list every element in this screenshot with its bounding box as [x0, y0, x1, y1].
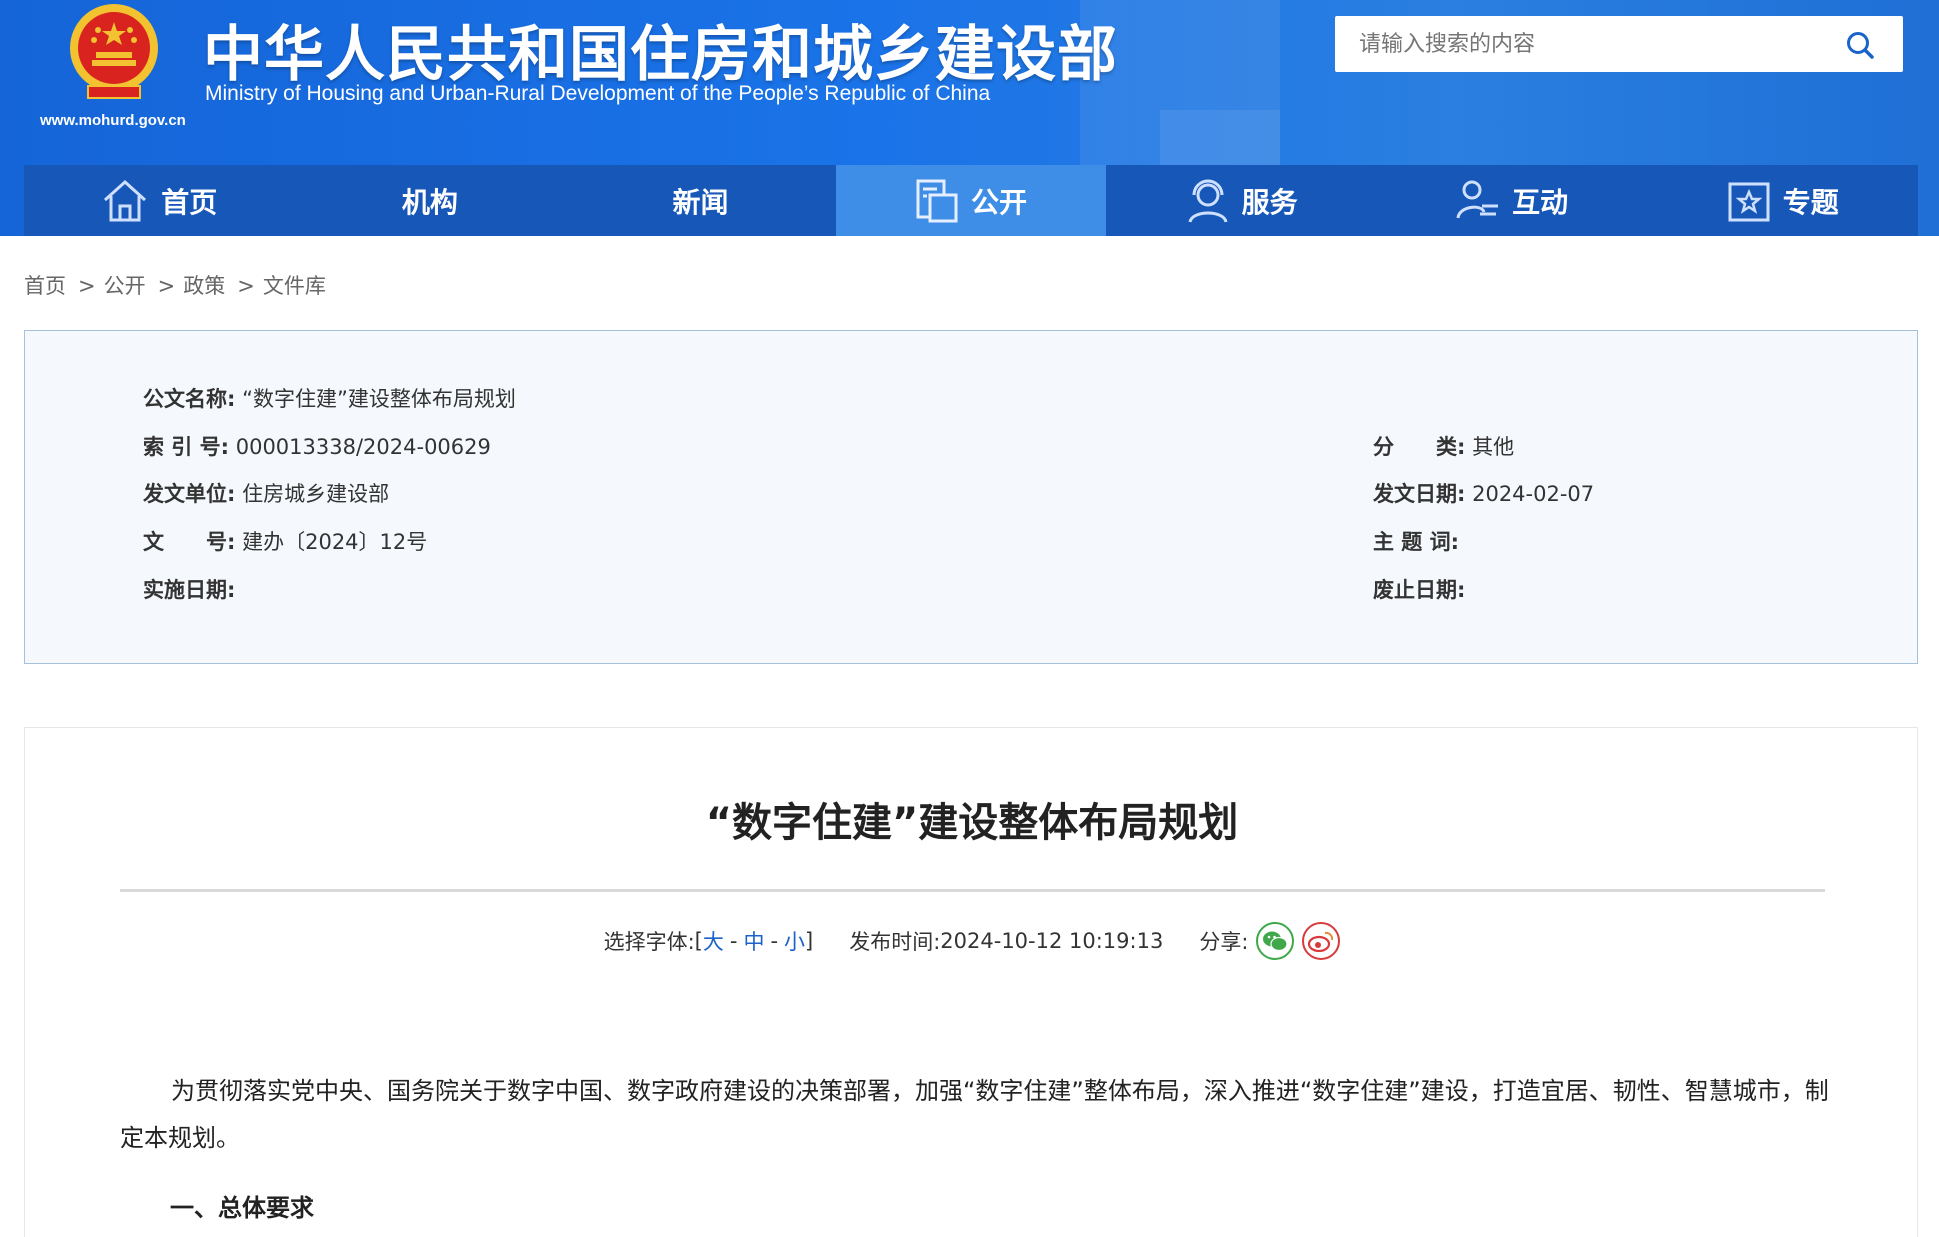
nav-item-topics[interactable]: 专题	[1647, 165, 1918, 236]
info-row-index: 索 引 号: 000013338/2024-00629	[143, 431, 491, 461]
site-url[interactable]: www.mohurd.gov.cn	[40, 112, 186, 129]
breadcrumb: 首页 > 公开 > 政策 > 文件库	[24, 270, 330, 300]
article-paragraph: 为贯彻落实党中央、国务院关于数字中国、数字政府建设的决策部署，加强“数字住建”整…	[120, 1077, 1829, 1152]
info-value: “数字住建”建设整体布局规划	[242, 387, 516, 411]
nav-item-label: 新闻	[672, 185, 729, 219]
wechat-icon	[1263, 931, 1289, 952]
info-row-expiry-date: 废止日期:	[1373, 574, 1465, 604]
font-dash: -	[729, 929, 738, 953]
document-info-panel: 公文名称: “数字住建”建设整体布局规划 索 引 号: 000013338/20…	[24, 330, 1918, 664]
nav-item-label: 首页	[161, 185, 218, 219]
site-subtitle: Ministry of Housing and Urban-Rural Deve…	[205, 82, 991, 105]
info-label: 分 类:	[1373, 435, 1466, 459]
font-size-large-button[interactable]: 大	[703, 926, 724, 956]
breadcrumb-policy[interactable]: 政策	[183, 274, 225, 298]
weibo-icon	[1308, 931, 1334, 952]
nav-item-label: 互动	[1512, 185, 1569, 219]
info-row-issuer: 发文单位: 住房城乡建设部	[143, 478, 389, 508]
info-row-doc-number: 文 号: 建办〔2024〕12号	[143, 526, 427, 556]
nav-item-news[interactable]: 新闻	[565, 165, 836, 236]
info-value: 住房城乡建设部	[242, 482, 390, 506]
breadcrumb-separator: >	[78, 274, 96, 298]
breadcrumb-home[interactable]: 首页	[24, 274, 66, 298]
article-container: “数字住建”建设整体布局规划 选择字体: [ 大 - 中 - 小 ] 发布时间:…	[24, 727, 1918, 1237]
info-label: 主 题 词:	[1373, 530, 1460, 554]
info-label: 实施日期:	[143, 578, 236, 602]
search-icon[interactable]	[1845, 30, 1875, 60]
main-nav: 首页 机构 新闻 公开 服务 互动 专题	[24, 165, 1918, 236]
info-value: 2024-02-07	[1472, 482, 1595, 506]
nav-item-label: 专题	[1782, 185, 1839, 219]
share-label: 分享:	[1199, 930, 1249, 954]
info-value: 建办〔2024〕12号	[242, 530, 428, 554]
info-row-issue-date: 发文日期: 2024-02-07	[1373, 478, 1594, 508]
info-row-doc-name: 公文名称: “数字住建”建设整体布局规划	[143, 383, 516, 413]
info-row-category: 分 类: 其他	[1373, 431, 1514, 461]
info-value: 其他	[1472, 435, 1515, 459]
font-bracket-close: ]	[805, 929, 814, 953]
info-label: 发文日期:	[1373, 482, 1466, 506]
font-size-small-button[interactable]: 小	[784, 926, 805, 956]
font-dash: -	[770, 929, 779, 953]
nav-item-label: 机构	[401, 185, 458, 219]
headset-user-icon	[1188, 179, 1228, 223]
nav-item-label: 公开	[971, 185, 1028, 219]
info-value: 000013338/2024-00629	[235, 435, 491, 459]
nav-item-public[interactable]: 公开	[835, 165, 1107, 236]
info-label: 文 号:	[143, 530, 236, 554]
section-heading: 一、总体要求	[170, 1194, 314, 1222]
title-divider	[120, 889, 1825, 892]
publish-time-label: 发布时间:	[849, 930, 941, 954]
breadcrumb-file-library[interactable]: 文件库	[263, 274, 326, 298]
breadcrumb-separator: >	[237, 274, 255, 298]
info-label: 索 引 号:	[143, 435, 230, 459]
article-title: “数字住建”建设整体布局规划	[705, 800, 1239, 846]
site-title[interactable]: 中华人民共和国住房和城乡建设部	[203, 6, 1118, 93]
search-input[interactable]	[1335, 16, 1835, 72]
breadcrumb-separator: >	[157, 274, 176, 298]
font-bracket-open: [	[694, 929, 703, 953]
publish-time-value: 2024-10-12 10:19:13	[940, 929, 1164, 953]
search-box	[1335, 16, 1903, 72]
star-box-icon	[1728, 182, 1770, 221]
info-label: 废止日期:	[1373, 578, 1466, 602]
share-weibo-button[interactable]	[1302, 922, 1341, 960]
info-row-effective-date: 实施日期:	[143, 574, 235, 604]
info-label: 发文单位:	[143, 482, 236, 506]
info-row-keywords: 主 题 词:	[1373, 526, 1459, 556]
nav-item-service[interactable]: 服务	[1106, 165, 1377, 236]
share-wechat-button[interactable]	[1256, 922, 1295, 960]
national-emblem-icon	[70, 4, 158, 99]
breadcrumb-public[interactable]: 公开	[104, 274, 146, 298]
font-size-medium-button[interactable]: 中	[743, 926, 764, 956]
nav-item-home[interactable]: 首页	[24, 165, 295, 236]
info-label: 公文名称:	[143, 387, 236, 411]
document-icon	[916, 179, 958, 222]
nav-item-organization[interactable]: 机构	[295, 165, 566, 236]
nav-item-label: 服务	[1241, 185, 1298, 219]
article-meta: 选择字体: [ 大 - 中 - 小 ] 发布时间: 2024-10-12 10:…	[25, 922, 1919, 960]
nav-item-interaction[interactable]: 互动	[1377, 165, 1648, 236]
user-exchange-icon	[1456, 180, 1499, 218]
font-size-label: 选择字体:	[603, 930, 695, 954]
site-header: www.mohurd.gov.cn 中华人民共和国住房和城乡建设部 Minist…	[0, 0, 1939, 236]
building-decor	[1160, 110, 1280, 165]
home-icon	[104, 179, 147, 221]
